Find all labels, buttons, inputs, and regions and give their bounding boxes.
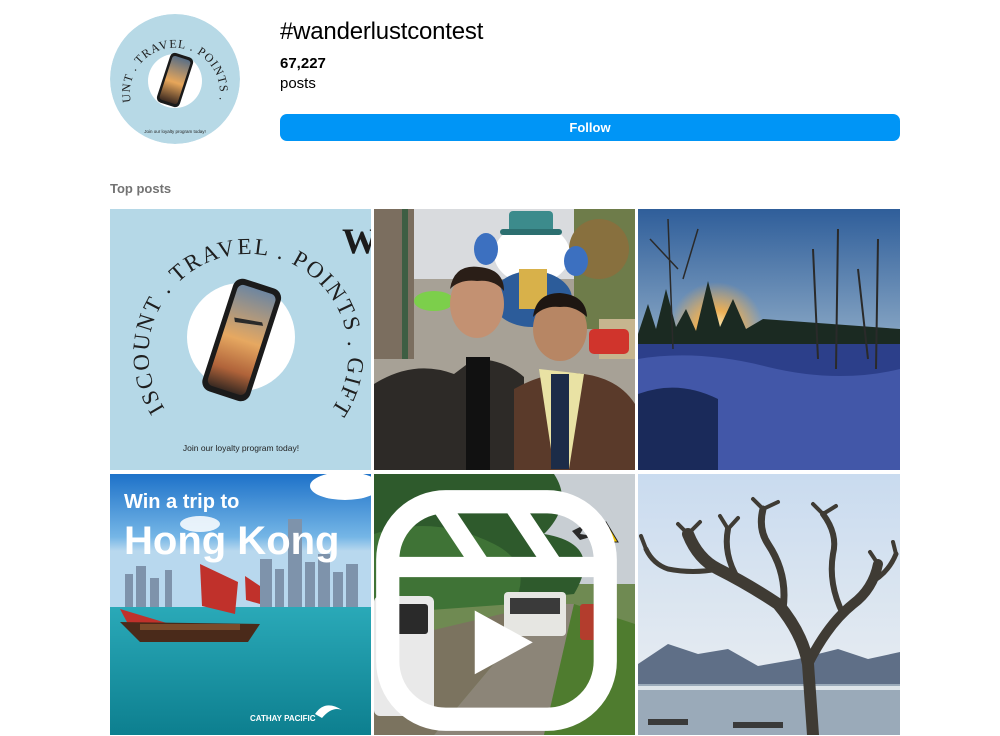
hashtag-title: #wanderlustcontest xyxy=(280,18,484,45)
post-tile-hong-kong-ad[interactable]: Win a trip to Hong Kong CATHAY PACIFIC xyxy=(110,474,371,735)
post-tile-loyalty[interactable]: DISCOUNT . TRAVEL . POINTS . GIFTS W Joi… xyxy=(110,209,371,470)
tree-lake-photo xyxy=(638,474,900,735)
ad-headline-line1: Win a trip to xyxy=(124,491,239,513)
loyalty-footer-text: Join our loyalty program today! xyxy=(183,443,299,453)
post-count-label: posts xyxy=(280,75,316,92)
hashtag-header: DISCOUNT . TRAVEL . POINTS . GIFTS Join … xyxy=(110,14,900,144)
follow-button[interactable]: Follow xyxy=(280,114,900,141)
post-tile-tree-lake[interactable] xyxy=(638,474,900,735)
top-posts-grid: DISCOUNT . TRAVEL . POINTS . GIFTS W Joi… xyxy=(110,209,900,735)
parade-photo xyxy=(374,209,635,470)
hong-kong-ad-image: Win a trip to Hong Kong CATHAY PACIFIC xyxy=(110,474,371,735)
reel-icon xyxy=(376,490,617,731)
brand-logo-letter: W xyxy=(342,221,371,261)
post-tile-parade[interactable] xyxy=(374,209,635,470)
ad-headline-line2: Hong Kong xyxy=(124,519,340,563)
post-tile-road[interactable] xyxy=(374,474,635,735)
avatar-image: DISCOUNT . TRAVEL . POINTS . GIFTS Join … xyxy=(110,14,240,144)
hashtag-avatar[interactable]: DISCOUNT . TRAVEL . POINTS . GIFTS Join … xyxy=(110,14,240,144)
avatar-footer-text: Join our loyalty program today! xyxy=(144,129,206,134)
ad-brand-text: CATHAY PACIFIC xyxy=(250,714,316,723)
top-posts-heading: Top posts xyxy=(110,181,172,196)
post-tile-snow-sunset[interactable] xyxy=(638,209,900,470)
snow-sunset-photo xyxy=(638,209,900,470)
loyalty-graphic-image: DISCOUNT . TRAVEL . POINTS . GIFTS W Joi… xyxy=(110,209,371,470)
post-count: 67,227 xyxy=(280,55,326,72)
hashtag-info: #wanderlustcontest 67,227 posts Follow xyxy=(280,14,900,141)
